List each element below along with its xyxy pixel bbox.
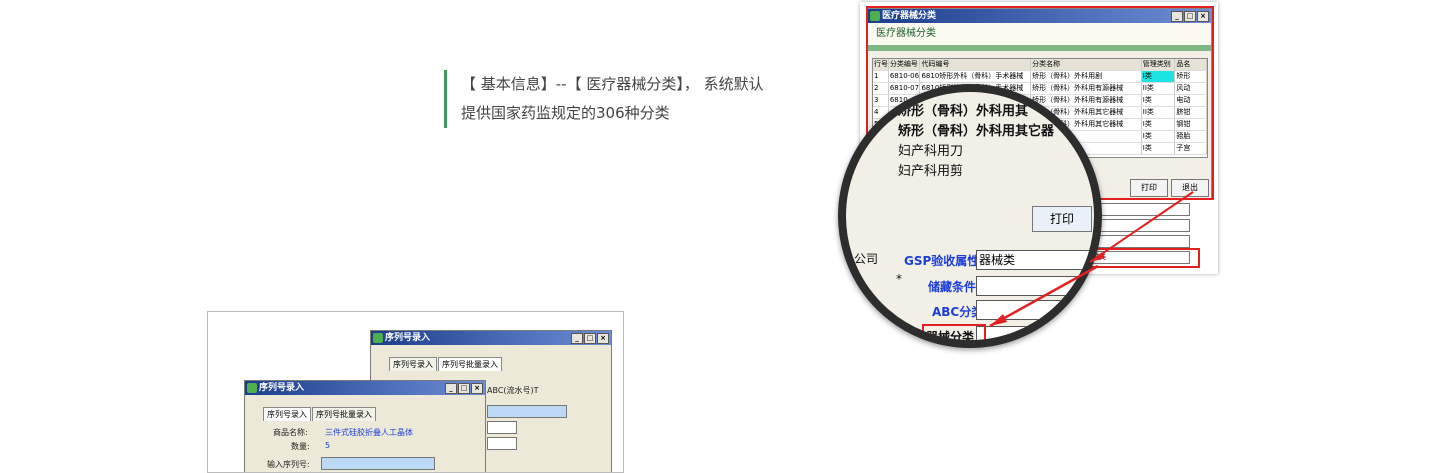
arrow-head-1 — [1090, 252, 1105, 262]
serial-label: 输入序列号: — [267, 460, 310, 469]
front-title: 序列号录入 — [259, 383, 305, 393]
product-name-label: 商品名称: — [273, 428, 308, 437]
back-title: 序列号录入 — [385, 333, 431, 343]
app-icon — [373, 333, 383, 343]
front-titlebar: 序列号录入 _ □ × — [245, 381, 485, 395]
tab-batch-entry[interactable]: 序列号批量录入 — [438, 357, 502, 371]
minimize-icon[interactable]: _ — [571, 333, 583, 344]
quantity-value: 5 — [325, 441, 331, 450]
tab-batch-entry[interactable]: 序列号批量录入 — [312, 407, 376, 421]
close-icon[interactable]: × — [471, 383, 483, 394]
tab-serial-entry[interactable]: 序列号录入 — [263, 407, 311, 421]
close-icon[interactable]: × — [597, 333, 609, 344]
serial-window-front: 序列号录入 _ □ × 序列号录入 序列号批量录入 商品名称: 三件式硅胶折叠人… — [244, 380, 486, 472]
arrow-head-2 — [990, 314, 1007, 326]
app-icon — [247, 383, 257, 393]
minimize-icon[interactable]: _ — [445, 383, 457, 394]
abc-serial-label: ABC(流水号)T — [487, 386, 539, 395]
arrow-line-1 — [1089, 191, 1194, 263]
tab-serial-entry[interactable]: 序列号录入 — [389, 357, 437, 371]
back-titlebar: 序列号录入 _ □ × — [371, 331, 611, 345]
quantity-label: 数量: — [291, 442, 310, 451]
serial-input-3[interactable] — [487, 437, 517, 450]
serial-number-screenshot: 序列号录入 _ □ × 序列号录入 序列号批量录入 ABC(流水号)T 序列号录… — [207, 311, 624, 473]
serial-input-1[interactable] — [487, 405, 567, 418]
serial-input-2[interactable] — [487, 421, 517, 434]
arrow-line-2 — [989, 264, 1099, 328]
product-name-value: 三件式硅胶折叠人工晶体 — [325, 428, 413, 437]
maximize-icon[interactable]: □ — [584, 333, 596, 344]
maximize-icon[interactable]: □ — [458, 383, 470, 394]
